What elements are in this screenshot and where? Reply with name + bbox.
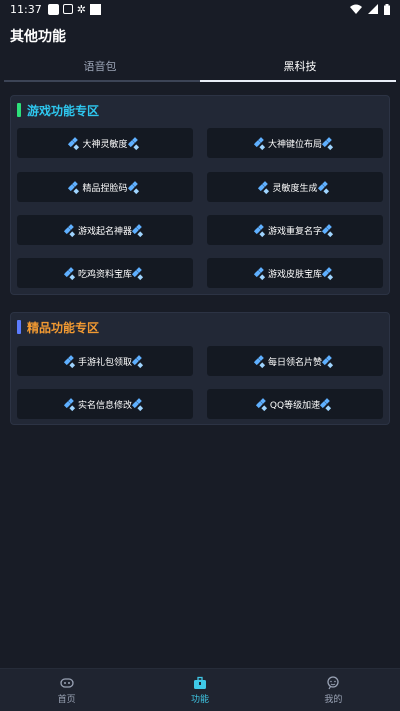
profile-icon — [327, 675, 339, 689]
notification-icon — [47, 3, 59, 15]
section-header: 游戏功能专区 — [17, 102, 99, 118]
feature-label: 游戏皮肤宝库 — [267, 269, 322, 280]
gem-icon — [134, 356, 144, 366]
gem-icon — [134, 268, 144, 278]
app-notification-icon — [62, 4, 73, 14]
tab-underline — [4, 80, 200, 82]
nav-profile[interactable]: 我的 — [267, 669, 400, 711]
tab-black-tech[interactable]: 黑科技 — [200, 54, 400, 82]
tab-underline — [200, 80, 396, 82]
feature-button[interactable]: 游戏起名神器 — [17, 215, 193, 245]
feature-button[interactable]: 大神灵敏度 — [17, 128, 193, 158]
gem-icon — [260, 182, 270, 192]
signal-icon — [368, 4, 378, 14]
feature-button[interactable]: 吃鸡资料宝库 — [17, 258, 193, 288]
nav-label: 首页 — [57, 694, 76, 705]
section-header: 精品功能专区 — [17, 319, 99, 335]
feature-button[interactable]: 大神键位布局 — [207, 128, 383, 158]
nav-label: 我的 — [324, 694, 343, 705]
gem-icon — [70, 138, 80, 148]
tab-bar: 语音包 黑科技 — [0, 54, 400, 82]
section-game-features: 游戏功能专区 大神灵敏度 大神键位布局 精品捏脸码 灵敏度生成 游戏起名神器 游… — [10, 95, 390, 295]
feature-label: QQ等级加速 — [269, 400, 321, 411]
feature-label: 每日领名片赞 — [267, 357, 322, 368]
gem-icon — [66, 356, 76, 366]
feature-button[interactable]: 灵敏度生成 — [207, 172, 383, 202]
gem-icon — [320, 182, 330, 192]
section-premium-features: 精品功能专区 手游礼包领取 每日领名片赞 实名信息修改 QQ等级加速 — [10, 312, 390, 425]
gem-icon — [258, 399, 268, 409]
feature-label: 大神灵敏度 — [82, 139, 128, 150]
feature-label: 精品捏脸码 — [82, 183, 128, 194]
gem-icon — [66, 225, 76, 235]
gem-icon — [322, 399, 332, 409]
status-bar: 11:37 ✲ — [0, 0, 400, 18]
feature-label: 手游礼包领取 — [77, 357, 132, 368]
toolbox-icon — [193, 676, 206, 689]
gem-icon — [130, 182, 140, 192]
bug-icon: ✲ — [76, 2, 86, 16]
gem-icon — [256, 268, 266, 278]
feature-button[interactable]: 精品捏脸码 — [17, 172, 193, 202]
feature-button[interactable]: 手游礼包领取 — [17, 346, 193, 376]
feature-label: 游戏重复名字 — [267, 226, 322, 237]
feature-button[interactable]: 游戏皮肤宝库 — [207, 258, 383, 288]
feature-label: 大神键位布局 — [267, 139, 322, 150]
gem-icon — [256, 225, 266, 235]
nav-home[interactable]: 首页 — [0, 669, 133, 711]
gem-icon — [130, 138, 140, 148]
gem-icon — [256, 356, 266, 366]
battery-icon — [384, 3, 390, 15]
feature-button[interactable]: 实名信息修改 — [17, 389, 193, 419]
gem-icon — [324, 225, 334, 235]
feature-button[interactable]: QQ等级加速 — [207, 389, 383, 419]
gamepad-icon — [60, 677, 74, 688]
feature-label: 吃鸡资料宝库 — [77, 269, 132, 280]
gem-icon — [324, 356, 334, 366]
feature-label: 灵敏度生成 — [272, 183, 318, 194]
feature-label: 实名信息修改 — [77, 400, 132, 411]
section-accent-bar — [17, 320, 21, 334]
tab-label: 黑科技 — [283, 60, 317, 73]
gem-icon — [324, 268, 334, 278]
status-time: 11:37 — [10, 2, 42, 16]
page-title: 其他功能 — [10, 29, 66, 45]
tab-label: 语音包 — [83, 60, 117, 73]
square-notification-icon — [89, 3, 101, 15]
nav-label: 功能 — [190, 694, 209, 705]
bottom-nav: 首页 功能 我的 — [0, 668, 400, 711]
gem-icon — [66, 399, 76, 409]
gem-icon — [66, 268, 76, 278]
tab-voice-pack[interactable]: 语音包 — [0, 54, 200, 82]
feature-button[interactable]: 每日领名片赞 — [207, 346, 383, 376]
feature-label: 游戏起名神器 — [77, 226, 132, 237]
section-title: 游戏功能专区 — [27, 103, 100, 118]
feature-button[interactable]: 游戏重复名字 — [207, 215, 383, 245]
nav-features[interactable]: 功能 — [133, 669, 266, 711]
gem-icon — [70, 182, 80, 192]
gem-icon — [134, 225, 144, 235]
wifi-icon — [350, 4, 362, 14]
gem-icon — [134, 399, 144, 409]
gem-icon — [324, 138, 334, 148]
gem-icon — [256, 138, 266, 148]
section-accent-bar — [17, 103, 21, 117]
section-title: 精品功能专区 — [27, 320, 100, 335]
